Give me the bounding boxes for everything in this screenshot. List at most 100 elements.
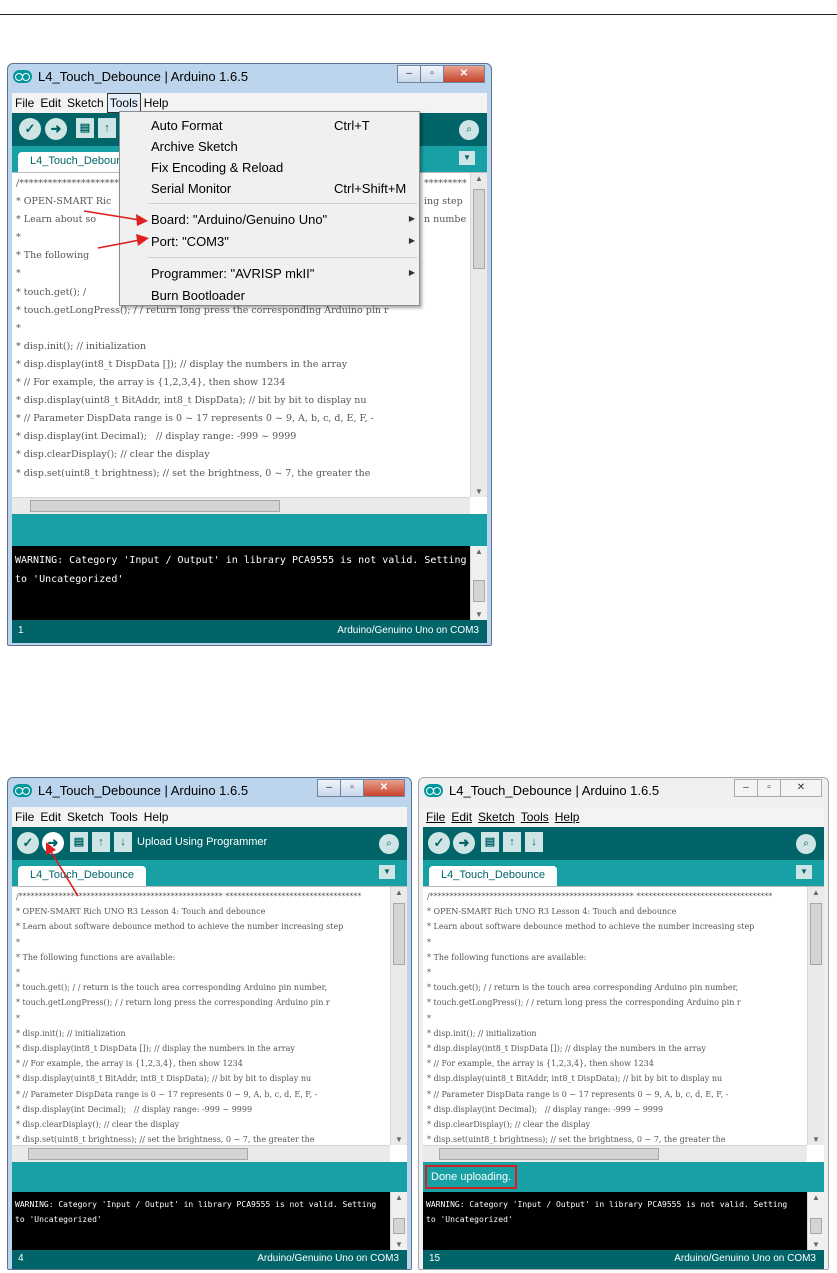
code-line: * [427, 968, 431, 978]
title-bar: L4_Touch_Debounce | Arduino 1.6.5 – ▫ ✕ [419, 778, 828, 807]
verify-icon[interactable]: ✓ [19, 118, 41, 140]
code-line: * [427, 937, 431, 947]
code-line: * OPEN-SMART Rich UNO R3 Lesson 4: Touch… [16, 907, 266, 917]
code-line: * The following functions are available: [16, 952, 176, 962]
menu-item-programmer[interactable]: Programmer: "AVRISP mkII" ▶ [120, 263, 419, 284]
menu-item-archive-sketch[interactable]: Archive Sketch [120, 136, 419, 157]
menu-help[interactable]: Help [141, 93, 172, 113]
submenu-arrow-icon: ▶ [408, 236, 415, 245]
editor-horizontal-scrollbar[interactable] [12, 1145, 390, 1162]
code-text: /***************************************… [427, 889, 804, 1147]
code-line: n number, [424, 214, 467, 226]
submenu-arrow-icon: ▶ [408, 268, 415, 277]
code-line: * disp.display(uint8_t BitAddr, int8_t D… [16, 395, 367, 407]
console-output: WARNING: Category 'Input / Output' in li… [12, 546, 487, 620]
menu-tools[interactable]: Tools [106, 93, 141, 113]
line-number: 15 [429, 1253, 441, 1264]
menu-help[interactable]: Help [141, 807, 172, 827]
menu-edit[interactable]: Edit [37, 807, 64, 827]
menu-file[interactable]: File [12, 807, 37, 827]
menu-item-fix-encoding[interactable]: Fix Encoding & Reload [120, 157, 419, 178]
close-button[interactable]: ✕ [443, 65, 485, 83]
minimize-button[interactable]: – [317, 779, 341, 797]
code-editor[interactable]: /***************************************… [12, 886, 407, 1162]
bottom-status-bar: 1 Arduino/Genuino Uno on COM3 [12, 620, 487, 643]
code-line: * disp.display(int8_t DispData []); // d… [16, 358, 348, 370]
code-line: * touch.get(); / / return is the touch a… [16, 983, 328, 993]
new-icon[interactable]: ▤ [76, 118, 94, 138]
serial-monitor-icon[interactable]: ⌕ [459, 120, 479, 140]
menu-item-auto-format[interactable]: Auto Format Ctrl+T [120, 115, 419, 136]
console-scrollbar[interactable]: ▲ ▼ [390, 1192, 407, 1250]
menu-tools[interactable]: Tools [107, 807, 141, 827]
title-bar: L4_Touch_Debounce | Arduino 1.6.5 – ▫ ✕ [8, 64, 491, 93]
menu-tools[interactable]: Tools [518, 807, 552, 827]
tab-sketch[interactable]: L4_Touch_Debounce [429, 866, 557, 886]
open-icon[interactable]: ↑ [503, 832, 521, 852]
console-scrollbar[interactable]: ▲ ▼ [470, 546, 487, 620]
serial-monitor-icon[interactable]: ⌕ [379, 834, 399, 854]
annotation-arrow-board [83, 210, 148, 226]
menu-sketch[interactable]: Sketch [64, 807, 107, 827]
close-button[interactable]: ✕ [363, 779, 405, 797]
maximize-button[interactable]: ▫ [340, 779, 364, 797]
menu-sketch[interactable]: Sketch [475, 807, 518, 827]
menu-edit[interactable]: Edit [448, 807, 475, 827]
new-icon[interactable]: ▤ [481, 832, 499, 852]
upload-icon[interactable]: ➜ [453, 832, 475, 854]
open-icon[interactable]: ↑ [98, 118, 116, 138]
code-line: * disp.display(int8_t DispData []); // d… [16, 1044, 295, 1054]
menu-item-serial-monitor[interactable]: Serial Monitor Ctrl+Shift+M [120, 178, 419, 199]
editor-vertical-scrollbar[interactable]: ▲ ▼ [390, 887, 407, 1145]
verify-icon[interactable]: ✓ [428, 832, 450, 854]
code-text-right: ***************** ing step n number, [424, 175, 467, 229]
upload-icon[interactable]: ➜ [45, 118, 67, 140]
editor-vertical-scrollbar[interactable]: ▲ ▼ [470, 173, 487, 497]
serial-monitor-icon[interactable]: ⌕ [796, 834, 816, 854]
tab-menu-dropdown-icon[interactable]: ▼ [796, 865, 812, 879]
console-scrollbar[interactable]: ▲ ▼ [807, 1192, 824, 1250]
close-button[interactable]: ✕ [780, 779, 822, 797]
maximize-button[interactable]: ▫ [757, 779, 781, 797]
status-area: Done uploading. [423, 1162, 824, 1192]
menu-sketch[interactable]: Sketch [64, 93, 107, 113]
menu-item-board[interactable]: Board: "Arduino/Genuino Uno" ▶ [120, 209, 419, 230]
menu-help[interactable]: Help [552, 807, 583, 827]
annotation-arrow-upload [46, 842, 79, 897]
title-bar: L4_Touch_Debounce | Arduino 1.6.5 – ▫ ✕ [8, 778, 411, 807]
tab-menu-dropdown-icon[interactable]: ▼ [459, 151, 475, 165]
board-port-status: Arduino/Genuino Uno on COM3 [257, 1253, 399, 1264]
save-icon[interactable]: ↓ [114, 832, 132, 852]
menu-file[interactable]: File [12, 93, 37, 113]
code-line: * disp.clearDisplay(); // clear the disp… [427, 1120, 591, 1130]
minimize-button[interactable]: – [397, 65, 421, 83]
minimize-button[interactable]: – [734, 779, 758, 797]
menu-file[interactable]: File [423, 807, 448, 827]
arduino-logo-icon [13, 70, 32, 83]
toolbar-hint: Upload Using Programmer [137, 836, 268, 848]
menu-item-port[interactable]: Port: "COM3" ▶ [120, 231, 419, 252]
editor-vertical-scrollbar[interactable]: ▲ ▼ [807, 887, 824, 1145]
editor-horizontal-scrollbar[interactable] [12, 497, 470, 514]
submenu-arrow-icon: ▶ [408, 214, 415, 223]
open-icon[interactable]: ↑ [92, 832, 110, 852]
verify-icon[interactable]: ✓ [17, 832, 39, 854]
save-icon[interactable]: ↓ [525, 832, 543, 852]
code-line: * [16, 937, 20, 947]
code-line: * // Parameter DispData range is 0 ~ 17 … [427, 1089, 729, 1099]
code-line: * touch.get(); / / return is the touch a… [427, 983, 739, 993]
tab-menu-dropdown-icon[interactable]: ▼ [379, 865, 395, 879]
arduino-logo-icon [13, 784, 32, 797]
window-title: L4_Touch_Debounce | Arduino 1.6.5 [38, 783, 249, 798]
code-line: * disp.display(int Decimal); // display … [16, 431, 297, 443]
menu-edit[interactable]: Edit [37, 93, 64, 113]
code-editor[interactable]: /***************************************… [423, 886, 824, 1162]
code-line: * [16, 1013, 20, 1023]
code-line: * disp.display(uint8_t BitAddr, int8_t D… [427, 1074, 723, 1084]
maximize-button[interactable]: ▫ [420, 65, 444, 83]
menu-item-burn-bootloader[interactable]: Burn Bootloader [120, 285, 419, 306]
editor-horizontal-scrollbar[interactable] [423, 1145, 807, 1162]
window-title: L4_Touch_Debounce | Arduino 1.6.5 [38, 69, 249, 84]
code-line: * disp.display(int Decimal); // display … [427, 1104, 664, 1114]
code-line: * disp.display(int Decimal); // display … [16, 1104, 253, 1114]
